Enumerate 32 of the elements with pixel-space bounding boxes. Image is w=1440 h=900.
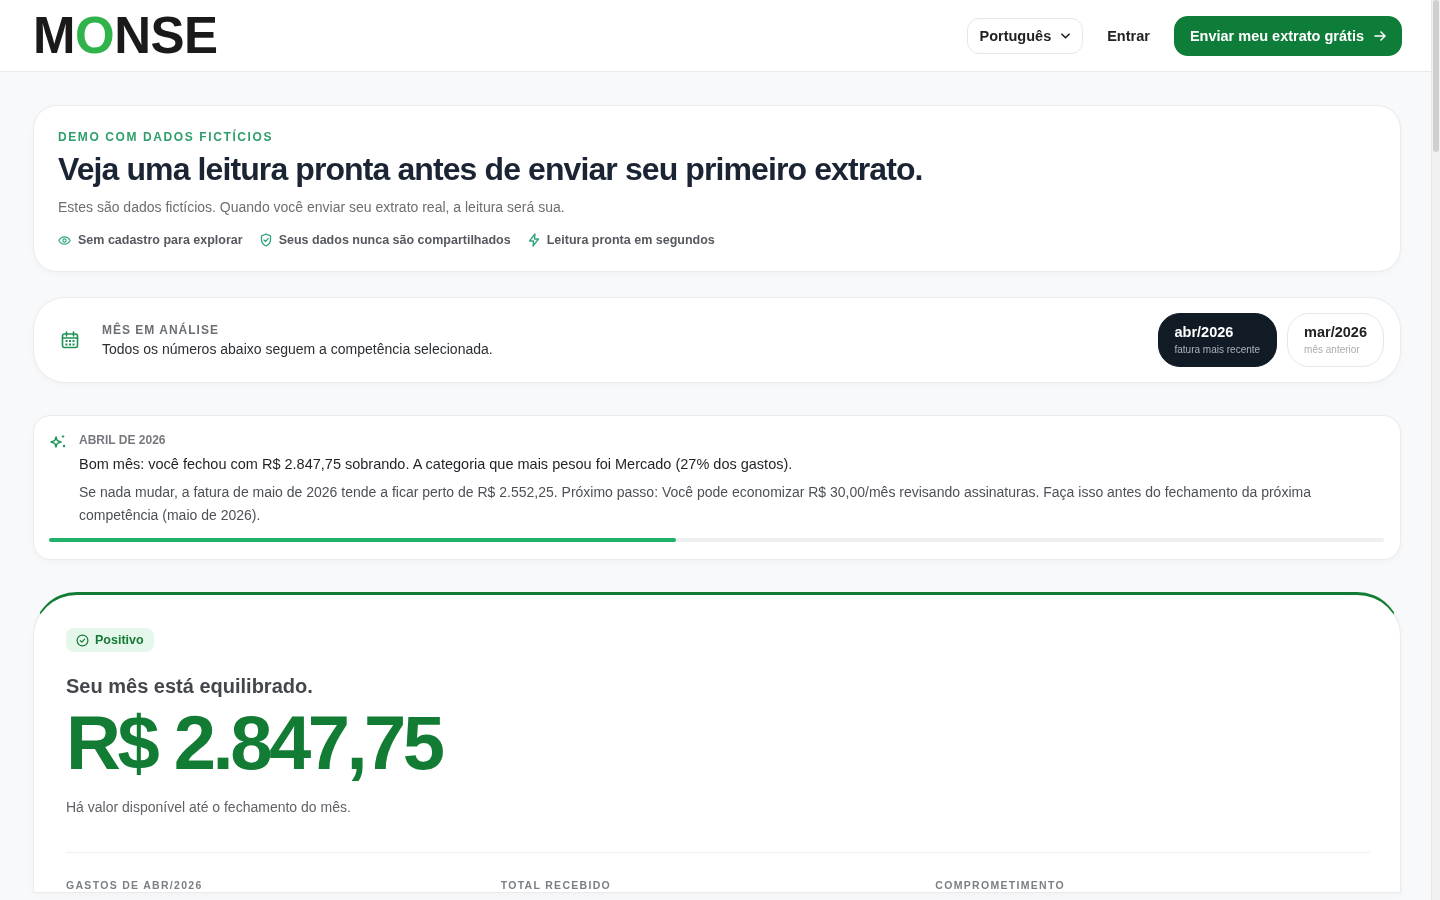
lightning-icon (527, 233, 540, 247)
check-circle-icon (76, 633, 89, 647)
eye-icon (58, 235, 71, 245)
insight-summary: Bom mês: você fechou com R$ 2.847,75 sobrando. A categoria que mais pesou foi Mercado (27% dos gastos). (79, 455, 794, 473)
balance-note: Há valor disponível até o fechamento do mês. (66, 798, 352, 817)
metric-label: COMPROMETIMENTO (935, 878, 1066, 892)
eyebrow-label: DEMO COM DADOS FICTÍCIOS (58, 129, 275, 145)
month-tab[interactable]: abr/2026 fatura mais recente (1157, 313, 1278, 367)
language-select[interactable]: Português (966, 17, 1084, 54)
balance-headline: Seu mês está equilibrado. (66, 674, 314, 699)
feature-text: Sem cadastro para explorar (78, 232, 243, 249)
section-description: Todos os números abaixo seguem a competência selecionada. (102, 340, 494, 358)
insight-heading: ABRIL DE 2026 (79, 432, 167, 448)
scrollbar[interactable] (1431, 0, 1440, 900)
feature-text: Seus dados nunca são compartilhados (278, 232, 511, 249)
balance-amount: R$ 2.847,75 (66, 701, 444, 785)
send-statement-button[interactable]: Enviar meu extrato grátis (1173, 15, 1402, 56)
section-label: MÊS EM ANÁLISE (102, 322, 220, 338)
metric-label: TOTAL RECEBIDO (500, 878, 613, 892)
insight-detail: Se nada mudar, a fatura de maio de 2026 tende a ficar perto de R$ 2.552,25. Próximo passo: Você pode economizar R$ 30,00/mês revisando assinaturas. Faça isso antes do fechamento da próxima competência (maio de 2026). (79, 483, 1312, 525)
metric-label: GASTOS DE ABR/2026 (66, 878, 204, 892)
status-badge: Positivo (66, 628, 154, 652)
intro-text: Estes são dados fictícios. Quando você enviar seu extrato real, a leitura será sua. (58, 198, 566, 217)
login-link[interactable]: Entrar (1107, 27, 1150, 44)
chevron-down-icon (1061, 32, 1071, 39)
page-headline: Veja uma leitura pronta antes de enviar seu primeiro extrato. (58, 150, 924, 188)
logo[interactable]: MONSE (33, 15, 218, 56)
month-tab[interactable]: mar/2026 mês anterior (1287, 313, 1384, 367)
feature-text: Leitura pronta em segundos (546, 232, 715, 249)
calendar-icon (61, 331, 79, 349)
arrow-right-icon (1374, 30, 1386, 41)
shield-check-icon (259, 233, 272, 247)
